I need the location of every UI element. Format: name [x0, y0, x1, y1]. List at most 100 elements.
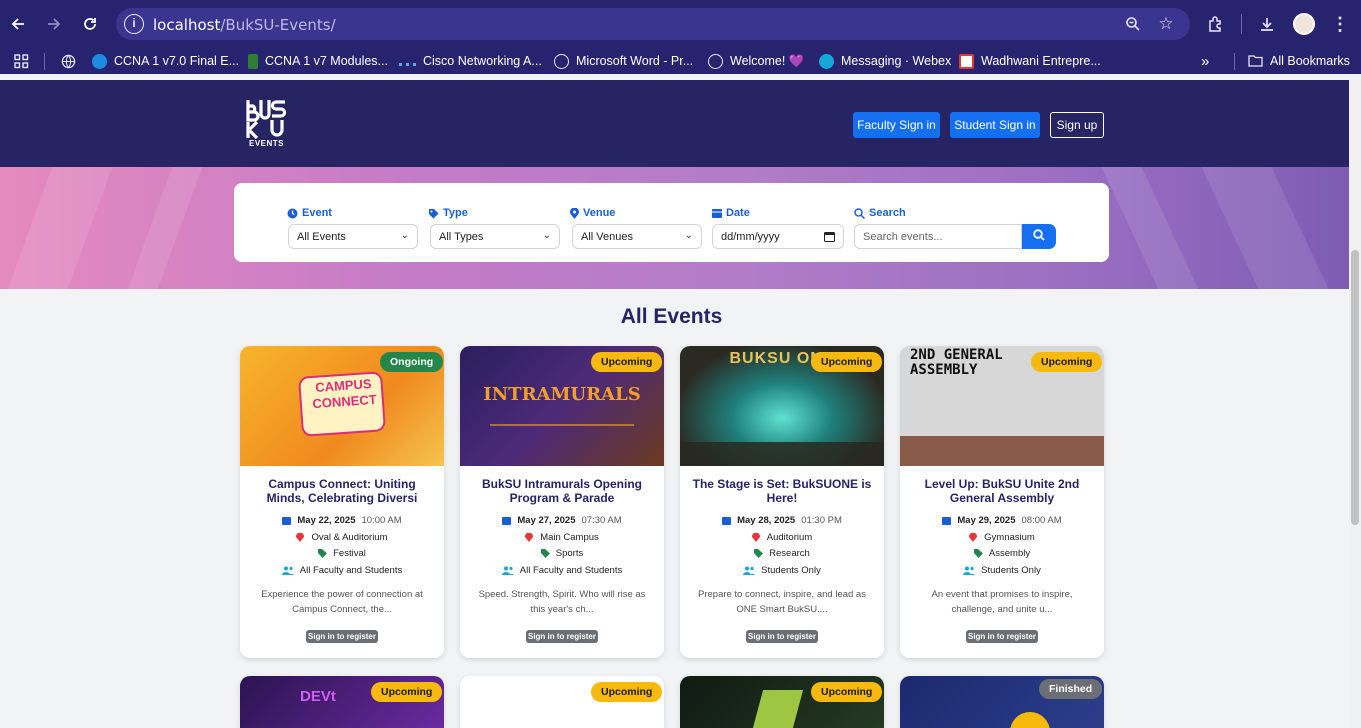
more-bookmarks-button[interactable]: »: [1201, 51, 1209, 71]
all-bookmarks-button[interactable]: All Bookmarks: [1248, 51, 1350, 71]
calendar-picker-icon[interactable]: [824, 231, 835, 245]
event-card[interactable]: CAMPUS CONNECT Ongoing Campus Connect: U…: [240, 346, 444, 658]
bookmark-item-1[interactable]: CCNA 1 v7 Modules...: [248, 51, 388, 71]
profile-avatar[interactable]: [1293, 13, 1315, 35]
type-select[interactable]: All Types ⌄: [430, 224, 560, 249]
map-pin-icon: [296, 532, 305, 542]
bookmark-item-4[interactable]: Welcome! 💜: [708, 51, 804, 71]
date-filter-label: Date: [712, 207, 750, 219]
event-date: May 28, 2025: [737, 515, 796, 526]
status-badge: Upcoming: [811, 352, 883, 372]
forward-arrow-icon[interactable]: [38, 8, 70, 40]
status-badge: Finished: [1039, 679, 1103, 699]
venue-filter-label: Venue: [570, 207, 615, 219]
register-button[interactable]: Sign in to register: [526, 630, 598, 643]
register-button[interactable]: Sign in to register: [966, 630, 1038, 643]
download-icon[interactable]: [1257, 14, 1277, 34]
calendar-icon: [282, 516, 292, 525]
back-arrow-icon[interactable]: [2, 8, 34, 40]
menu-kebab-icon[interactable]: ⋮: [1330, 13, 1350, 35]
globe-icon[interactable]: [59, 51, 77, 71]
event-venue: Auditorium: [766, 532, 813, 543]
event-title[interactable]: Level Up: BukSU Unite 2nd General Assemb…: [908, 477, 1096, 505]
event-card[interactable]: INTRAMURALS Upcoming BukSU Intramurals O…: [460, 346, 664, 658]
bookmark-item-5[interactable]: Messaging · Webex: [819, 51, 951, 71]
event-type: Festival: [333, 548, 366, 559]
search-label-text: Search: [869, 207, 906, 219]
search-placeholder: Search events...: [863, 230, 943, 243]
event-title[interactable]: BukSU Intramurals Opening Program & Para…: [468, 477, 656, 505]
calendar-icon: [942, 516, 952, 525]
event-time: 01:30 PM: [801, 515, 842, 526]
tag-icon: [973, 549, 983, 558]
bookmark-label: Welcome! 💜: [730, 53, 805, 68]
venue-select[interactable]: All Venues ⌄: [572, 224, 702, 249]
event-venue: Main Campus: [540, 532, 599, 543]
filter-panel: Event All Events ⌄ Type All Types ⌄ Venu…: [234, 183, 1109, 262]
event-card[interactable]: DEVt Upcoming: [240, 676, 444, 728]
site-info-icon[interactable]: i: [124, 14, 144, 34]
event-audience: All Faculty and Students: [519, 565, 623, 576]
event-type: Sports: [555, 548, 584, 559]
bookmark-item-0[interactable]: CCNA 1 v7.0 Final E...: [92, 51, 239, 71]
tag-icon: [540, 549, 550, 558]
event-select-value: All Events: [297, 230, 346, 243]
address-bar[interactable]: i localhost/BukSU-Events/ ☆: [116, 8, 1190, 40]
tag-icon: [428, 208, 439, 219]
event-type: Assembly: [988, 548, 1031, 559]
event-description: Prepare to connect, inspire, and lead as…: [698, 589, 866, 615]
users-icon: [281, 566, 294, 575]
type-label-text: Type: [443, 207, 468, 219]
bookmark-label: Wadhwani Entrepre...: [981, 54, 1101, 68]
search-button[interactable]: [1022, 224, 1056, 249]
event-venue: Oval & Auditorium: [311, 532, 388, 543]
signup-button[interactable]: Sign up: [1050, 112, 1104, 138]
bookmarks-divider: [44, 53, 45, 70]
event-title[interactable]: Campus Connect: Uniting Minds, Celebrati…: [248, 477, 436, 505]
buksu-logo[interactable]: EVENTS: [245, 98, 289, 150]
globe-icon: [708, 53, 723, 69]
reload-icon[interactable]: [74, 8, 106, 40]
faculty-signin-button[interactable]: Faculty Sign in: [853, 112, 940, 138]
status-badge: Upcoming: [591, 682, 663, 702]
logo-subtitle: EVENTS: [249, 139, 285, 148]
student-signin-button[interactable]: Student Sign in: [950, 112, 1040, 138]
register-button[interactable]: Sign in to register: [306, 630, 378, 643]
page-scrollbar-thumb[interactable]: [1351, 250, 1359, 525]
event-card[interactable]: 2ND GENERAL ASSEMBLY Upcoming Level Up: …: [900, 346, 1104, 658]
date-input[interactable]: dd/mm/yyyy: [712, 224, 844, 249]
apps-grid-icon[interactable]: [12, 51, 30, 71]
date-input-value: dd/mm/yyyy: [721, 230, 780, 243]
status-badge: Ongoing: [380, 352, 444, 372]
bookmark-item-2[interactable]: Cisco Networking A...: [399, 51, 542, 71]
event-select[interactable]: All Events ⌄: [288, 224, 418, 249]
users-icon: [743, 566, 756, 575]
event-card[interactable]: Upcoming: [680, 676, 884, 728]
event-date: May 22, 2025: [297, 515, 356, 526]
bookmark-star-icon[interactable]: ☆: [1156, 14, 1176, 34]
calendar-icon: [712, 208, 722, 218]
calendar-icon: [502, 516, 512, 525]
webex-icon: [819, 53, 834, 69]
extensions-icon[interactable]: [1206, 14, 1226, 34]
status-badge: Upcoming: [371, 682, 443, 702]
register-button[interactable]: Sign in to register: [746, 630, 818, 643]
search-input[interactable]: Search events...: [854, 224, 1022, 249]
event-title[interactable]: The Stage is Set: BukSUONE is Here!: [688, 477, 876, 505]
type-select-value: All Types: [439, 230, 484, 243]
url-text: localhost/BukSU-Events/: [153, 16, 336, 34]
event-filter-label: Event: [287, 207, 332, 219]
chevron-down-icon: ⌄: [684, 230, 693, 241]
cisco-icon: [399, 56, 416, 66]
bookmark-item-3[interactable]: Microsoft Word - Pr...: [554, 51, 693, 71]
event-card[interactable]: Upcoming: [460, 676, 664, 728]
bookmark-green-icon: [248, 53, 258, 69]
event-card[interactable]: BUKSU ONE Upcoming The Stage is Set: Buk…: [680, 346, 884, 658]
bookmark-label: Messaging · Webex: [841, 54, 952, 68]
more-bookmarks-label: »: [1201, 52, 1210, 70]
zoom-icon[interactable]: [1124, 15, 1142, 33]
event-card[interactable]: Finished: [900, 676, 1104, 728]
event-time: 10:00 AM: [361, 515, 402, 526]
bookmark-label: Cisco Networking A...: [423, 54, 542, 68]
bookmark-item-6[interactable]: Wadhwani Entrepre...: [959, 51, 1101, 71]
